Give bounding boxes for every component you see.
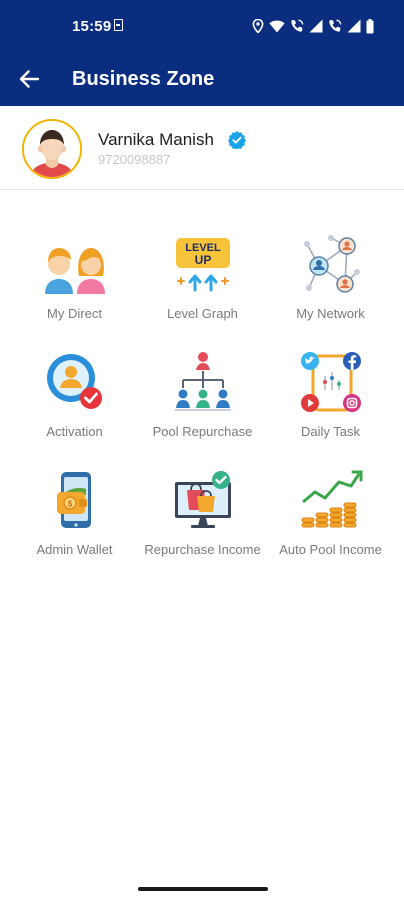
menu-item-admin-wallet[interactable]: $ Admin Wallet [7,468,142,568]
back-button[interactable] [14,64,44,94]
svg-text:$: $ [67,500,72,509]
user-activation-icon [46,354,102,409]
avatar[interactable] [22,119,82,179]
menu-label: Activation [46,424,103,439]
svg-text:UP: UP [194,253,211,267]
sim-card-icon [114,19,123,31]
network-icon [303,235,360,293]
menu-item-level-graph[interactable]: LEVEL UP Level Graph [135,232,270,332]
menu-label: Daily Task [300,424,360,439]
avatar-image [24,121,80,177]
status-time: 15:59 [72,18,112,35]
verified-icon [228,131,246,149]
location-icon [252,19,264,33]
arrow-left-icon [19,70,39,88]
app-header: 15:59 Business Zone [0,0,404,106]
status-icons [252,16,374,36]
menu-item-daily-task[interactable]: Daily Task [263,350,398,450]
coins-growth-icon [301,470,362,528]
menu-label: My Network [296,306,365,321]
home-indicator[interactable] [138,887,268,891]
signal-icon [309,19,323,33]
menu-item-pool-repurchase[interactable]: Pool Repurchase [135,350,270,450]
menu-item-my-network[interactable]: My Network [263,232,398,332]
wifi-icon [269,20,285,32]
level-up-icon: LEVEL UP [175,238,230,292]
profile-card: Varnika Manish 9720098887 [0,106,404,190]
menu-item-activation[interactable]: Activation [7,350,142,450]
wallet-phone-icon: $ [56,472,91,528]
page-title: Business Zone [72,68,215,90]
social-media-icon [300,352,361,412]
menu-label: My Direct [47,306,102,321]
menu-item-auto-pool-income[interactable]: Auto Pool Income [263,468,398,568]
menu-label: Auto Pool Income [279,542,382,557]
menu-item-repurchase-income[interactable]: Repurchase Income [135,468,270,568]
org-chart-icon [174,352,231,411]
signal-icon [347,19,361,33]
menu-item-my-direct[interactable]: My Direct [7,232,142,332]
menu-label: Admin Wallet [36,542,113,557]
battery-icon [366,18,374,33]
users-couple-icon [44,248,105,294]
menu-label: Repurchase Income [144,542,261,557]
shopping-monitor-icon [174,471,231,528]
call-signal-icon [291,19,304,32]
call-signal-icon [329,19,342,32]
user-phone: 9720098887 [98,152,171,167]
menu-label: Level Graph [167,306,238,321]
user-name: Varnika Manish [98,130,214,149]
status-bar: 15:59 [0,0,404,52]
menu-label: Pool Repurchase [152,424,253,439]
